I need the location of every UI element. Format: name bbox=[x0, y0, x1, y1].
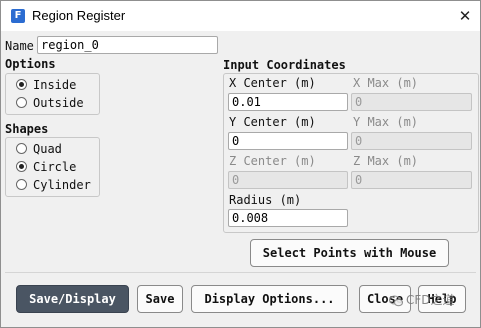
outside-label: Outside bbox=[33, 96, 84, 110]
watermark-text: CFD之道 bbox=[406, 293, 455, 307]
options-title: Options bbox=[5, 57, 56, 71]
save-display-button[interactable]: Save/Display bbox=[16, 285, 129, 313]
inside-label: Inside bbox=[33, 78, 77, 92]
close-icon[interactable]: ✕ bbox=[453, 5, 477, 27]
circle-radio[interactable] bbox=[16, 161, 27, 172]
y-center-input[interactable]: 0 bbox=[228, 132, 348, 150]
shapes-title: Shapes bbox=[5, 122, 49, 136]
z-max-label: Z Max (m) bbox=[353, 154, 419, 168]
z-center-input: 0 bbox=[228, 171, 348, 189]
quad-radio[interactable] bbox=[16, 143, 27, 154]
y-max-label: Y Max (m) bbox=[353, 115, 419, 129]
y-max-input: 0 bbox=[351, 132, 472, 150]
outside-radio[interactable] bbox=[16, 97, 27, 108]
input-coordinates-title: Input Coordinates bbox=[223, 58, 346, 72]
y-center-label: Y Center (m) bbox=[229, 115, 316, 129]
name-label: Name bbox=[5, 39, 34, 53]
name-input[interactable]: region_0 bbox=[37, 36, 218, 54]
cylinder-label: Cylinder bbox=[33, 178, 91, 192]
circle-label: Circle bbox=[33, 160, 77, 174]
separator bbox=[5, 272, 476, 273]
inside-radio[interactable] bbox=[16, 79, 27, 90]
region-register-dialog: F Region Register ✕ Name region_0 Option… bbox=[0, 0, 481, 328]
x-max-input: 0 bbox=[351, 93, 472, 111]
app-icon: F bbox=[11, 9, 25, 23]
watermark: CFD之道 bbox=[389, 290, 455, 310]
select-points-with-mouse-button[interactable]: Select Points with Mouse bbox=[250, 239, 449, 267]
save-button[interactable]: Save bbox=[137, 285, 183, 313]
x-max-label: X Max (m) bbox=[353, 76, 419, 90]
quad-label: Quad bbox=[33, 142, 62, 156]
display-options-button[interactable]: Display Options... bbox=[191, 285, 348, 313]
x-center-input[interactable]: 0.01 bbox=[228, 93, 348, 111]
radius-label: Radius (m) bbox=[229, 193, 302, 207]
cylinder-radio[interactable] bbox=[16, 179, 27, 190]
z-center-label: Z Center (m) bbox=[229, 154, 316, 168]
title-bar[interactable]: F Region Register ✕ bbox=[1, 1, 480, 31]
radius-input[interactable]: 0.008 bbox=[228, 209, 348, 227]
x-center-label: X Center (m) bbox=[229, 76, 316, 90]
wechat-icon bbox=[389, 294, 403, 306]
z-max-input: 0 bbox=[351, 171, 472, 189]
window-title: Region Register bbox=[32, 8, 126, 23]
